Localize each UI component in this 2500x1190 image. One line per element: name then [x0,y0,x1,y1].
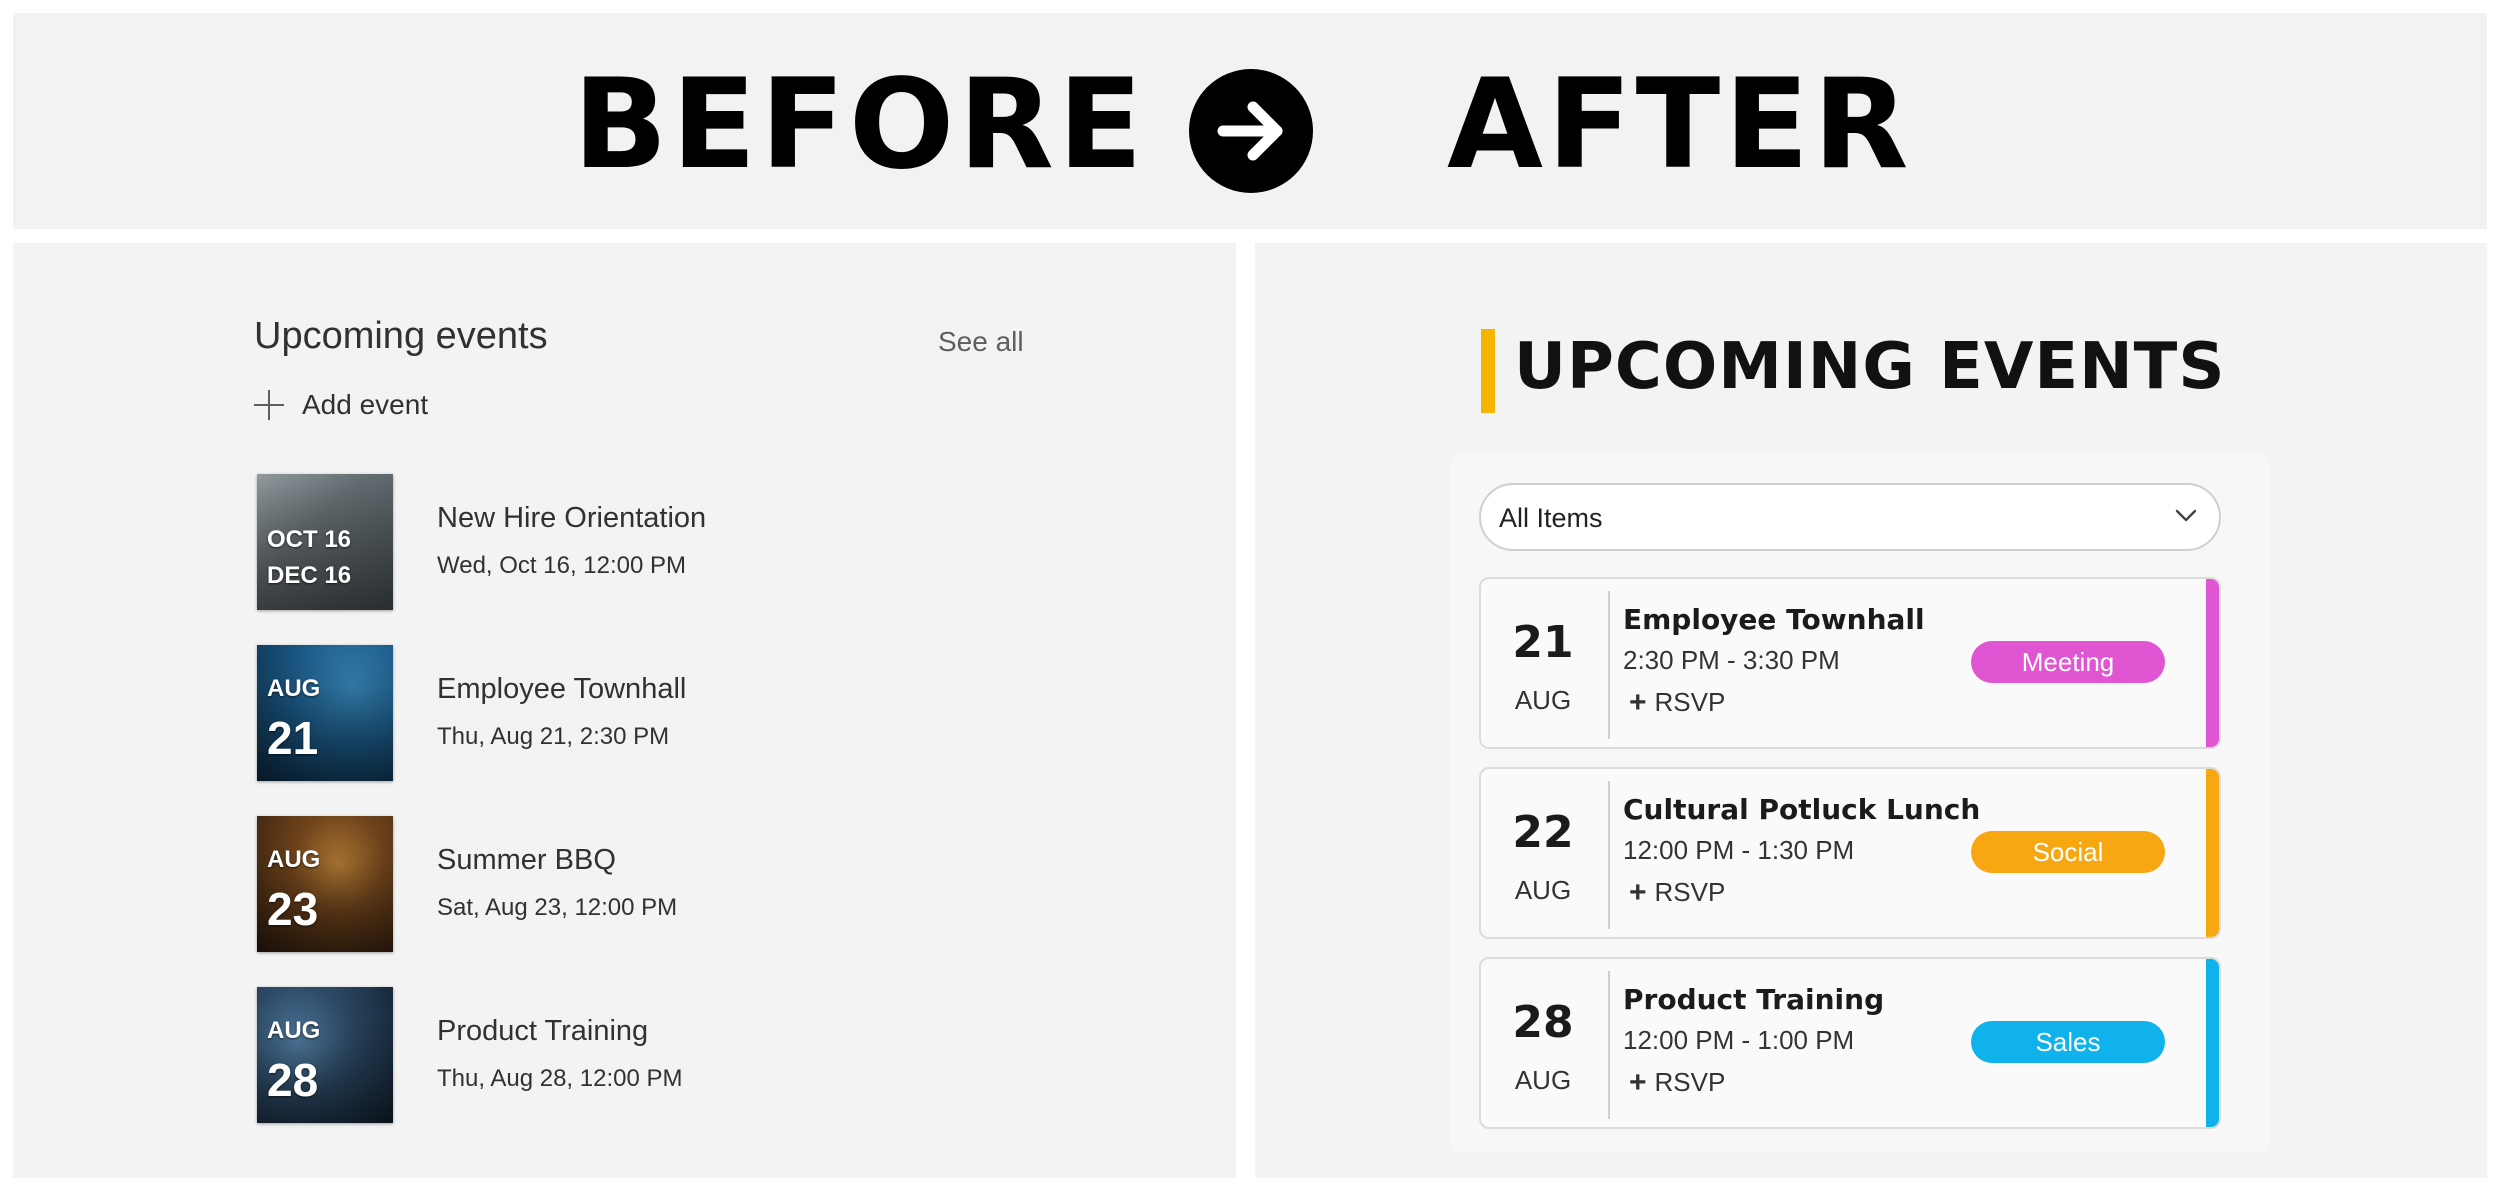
event-day: 28 [1512,997,1574,1048]
add-event-button[interactable]: Add event [254,385,428,425]
event-time: 12:00 PM - 1:00 PM [1623,1025,1855,1055]
rsvp-button[interactable]: + RSVP [1629,687,1725,718]
plus-icon [254,390,284,420]
card-divider [1608,971,1610,1119]
card-divider [1608,781,1610,929]
event-month: AUG [1514,875,1572,905]
category-tag: Meeting [1971,641,2165,683]
plus-icon: + [1629,875,1647,909]
chevron-down-icon [2175,509,2197,522]
thumb-day: 21 [267,712,319,764]
event-card[interactable]: 21 AUG Employee Townhall 2:30 PM - 3:30 … [1479,577,2221,749]
rsvp-label: RSVP [1654,687,1726,717]
event-item[interactable]: OCT 16 DEC 16 New Hire Orientation Wed, … [257,474,1157,610]
add-event-label: Add event [302,389,429,420]
filter-selected-value: All Items [1499,503,1603,533]
thumb-date-start: OCT 16 [267,526,352,553]
upcoming-events-title: Upcoming events [254,315,548,357]
upcoming-events-heading: UPCOMING EVENTS [1514,330,2226,404]
filter-dropdown[interactable]: All Items [1479,483,2221,551]
event-time: 2:30 PM - 3:30 PM [1623,645,1840,675]
card-accent-bar [2206,959,2219,1127]
event-name[interactable]: New Hire Orientation [437,502,706,535]
card-divider [1608,591,1610,739]
event-name[interactable]: Product Training [437,1015,648,1048]
rsvp-button[interactable]: + RSVP [1629,877,1725,908]
see-all-link[interactable]: See all [938,326,1024,358]
event-thumbnail: OCT 16 DEC 16 [257,474,393,610]
arrow-right-icon [1189,69,1313,193]
event-date: Thu, Aug 21, 2:30 PM [437,723,670,750]
card-accent-bar [2206,579,2219,747]
after-label: AFTER [1447,53,1913,197]
event-name[interactable]: Summer BBQ [437,844,616,877]
rsvp-label: RSVP [1654,1067,1726,1097]
event-date: Thu, Aug 28, 12:00 PM [437,1065,683,1092]
event-name[interactable]: Employee Townhall [437,673,686,706]
thumb-day: 23 [267,883,319,935]
thumb-month: AUG [267,846,321,873]
category-tag: Social [1971,831,2165,873]
event-title[interactable]: Product Training [1623,983,1884,1016]
event-day: 22 [1512,807,1574,858]
title-accent-bar [1481,329,1495,413]
event-time: 12:00 PM - 1:30 PM [1623,835,1855,865]
thumb-month: AUG [267,1017,321,1044]
event-thumbnail: AUG 23 [257,816,393,952]
event-month: AUG [1514,685,1572,715]
comparison-banner: BEFORE AFTER [13,13,2487,229]
event-title[interactable]: Employee Townhall [1623,603,1925,636]
rsvp-button[interactable]: + RSVP [1629,1067,1725,1098]
event-date: Sat, Aug 23, 12:00 PM [437,894,678,921]
thumb-day: 28 [267,1054,319,1106]
thumb-month: AUG [267,675,321,702]
event-item[interactable]: AUG 23 Summer BBQ Sat, Aug 23, 12:00 PM [257,816,1157,952]
event-item[interactable]: AUG 21 Employee Townhall Thu, Aug 21, 2:… [257,645,1157,781]
before-label: BEFORE [573,53,1147,197]
event-card[interactable]: 22 AUG Cultural Potluck Lunch 12:00 PM -… [1479,767,2221,939]
before-panel: Upcoming events See all Add event OCT 16… [13,243,1236,1178]
event-month: AUG [1514,1065,1572,1095]
after-panel: UPCOMING EVENTS All Items 21 AUG Employe… [1255,243,2487,1178]
event-thumbnail: AUG 21 [257,645,393,781]
plus-icon: + [1629,685,1647,719]
event-item[interactable]: AUG 28 Product Training Thu, Aug 28, 12:… [257,987,1157,1123]
thumb-date-end: DEC 16 [267,562,352,589]
event-title[interactable]: Cultural Potluck Lunch [1623,793,1980,826]
category-tag: Sales [1971,1021,2165,1063]
event-date: Wed, Oct 16, 12:00 PM [437,552,687,579]
event-thumbnail: AUG 28 [257,987,393,1123]
event-card[interactable]: 28 AUG Product Training 12:00 PM - 1:00 … [1479,957,2221,1129]
event-day: 21 [1512,617,1574,668]
card-accent-bar [2206,769,2219,937]
rsvp-label: RSVP [1654,877,1726,907]
plus-icon: + [1629,1065,1647,1099]
